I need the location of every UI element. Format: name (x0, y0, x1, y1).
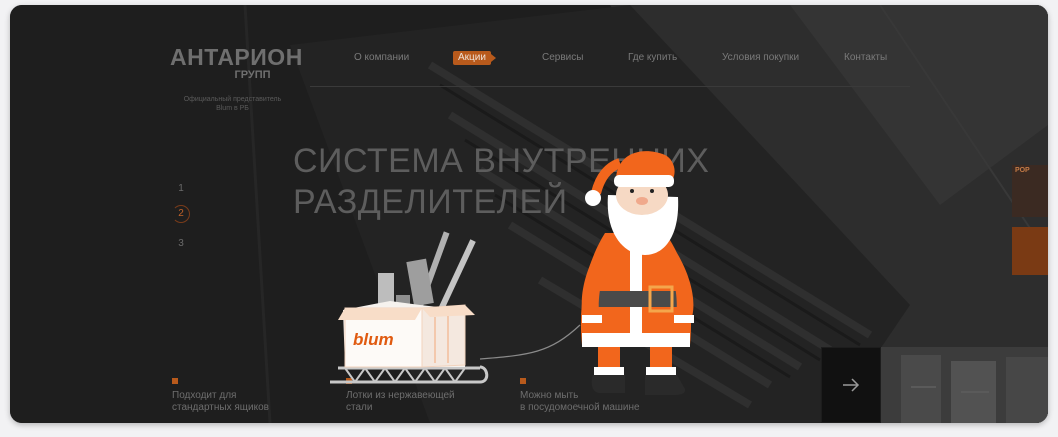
feature-line: стандартных ящиков (172, 402, 269, 413)
feature-bullet (346, 378, 352, 384)
main-nav: О компании Акции Сервисы Где купить Усло… (10, 51, 1048, 65)
side-thumbnail-1[interactable]: РОР (1012, 165, 1048, 217)
feature-text: Лотки из нержавеющей стали (346, 390, 486, 414)
side-thumbnail-label: РОР (1015, 167, 1030, 174)
hero-headline-line1: СИСТЕМА ВНУТРЕННИХ (293, 142, 710, 180)
feature-item: Лотки из нержавеющей стали (346, 378, 486, 414)
logo-description: Официальный представитель Blum в РБ (183, 96, 282, 112)
feature-bullet (172, 378, 178, 384)
nav-item-contacts[interactable]: Контакты (844, 51, 887, 65)
nav-item-promotions[interactable]: Акции (453, 51, 496, 65)
logo-subtitle: ГРУПП (234, 69, 271, 81)
feature-line: стали (346, 402, 373, 413)
next-slide-button[interactable] (821, 347, 881, 423)
feature-line: Лотки из нержавеющей (346, 390, 455, 401)
nav-item-where-to-buy[interactable]: Где купить (628, 51, 677, 65)
slide-number-3[interactable]: 3 (174, 238, 188, 249)
feature-line: Можно мыть (520, 390, 579, 401)
browser-frame: АНТАРИОН ГРУПП Официальный представитель… (10, 5, 1048, 423)
side-thumbnail-2[interactable] (1012, 227, 1048, 275)
nav-item-about[interactable]: О компании (354, 51, 409, 65)
nav-item-services[interactable]: Сервисы (542, 51, 583, 65)
feature-text: Подходит для стандартных ящиков (172, 390, 312, 414)
feature-text: Можно мыть в посудомоечной машине (520, 390, 660, 414)
feature-item: Можно мыть в посудомоечной машине (520, 378, 660, 414)
feature-bullet (520, 378, 526, 384)
hero-headline: СИСТЕМА ВНУТРЕННИХ РАЗДЕЛИТЕЛЕЙ (293, 141, 710, 223)
feature-line: в посудомоечной машине (520, 402, 640, 413)
arrow-right-icon (843, 378, 860, 392)
next-slide-thumbnail[interactable] (881, 347, 1048, 423)
feature-item: Подходит для стандартных ящиков (172, 378, 312, 414)
thumbnail-image (881, 347, 1048, 423)
nav-item-purchase-terms[interactable]: Условия покупки (722, 51, 799, 65)
slide-number-1[interactable]: 1 (174, 183, 188, 194)
slide-number-2[interactable]: 2 (174, 208, 188, 219)
nav-divider (310, 86, 910, 87)
feature-line: Подходит для (172, 390, 237, 401)
blum-box-logo: blum (353, 330, 394, 349)
hero-headline-line2: РАЗДЕЛИТЕЛЕЙ (293, 183, 568, 221)
